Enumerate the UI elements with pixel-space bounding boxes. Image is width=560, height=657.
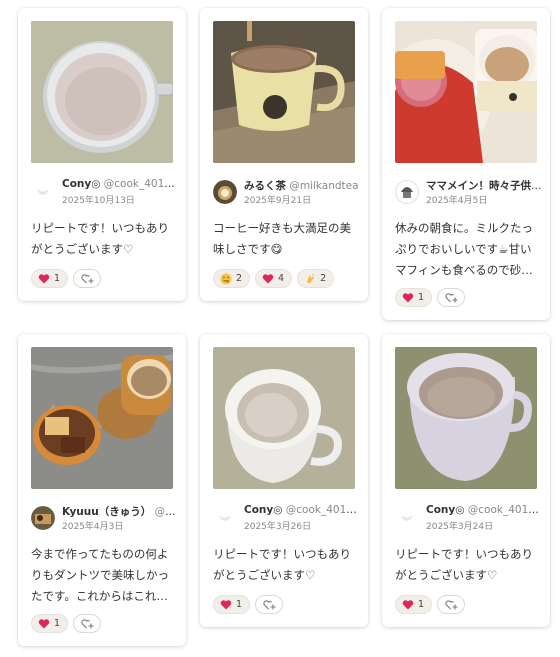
- reaction-yum-face[interactable]: 2: [213, 269, 251, 288]
- add-reaction-icon: [262, 599, 276, 609]
- avatar[interactable]: [395, 180, 419, 204]
- author-handle: @cook_40156637: [467, 504, 544, 516]
- report-photo[interactable]: [213, 21, 355, 163]
- clap-icon: [304, 273, 316, 285]
- author-row[interactable]: Kyuuu（きゅう） @cook_40 2025年4月3日: [31, 503, 180, 537]
- report-date: 2025年4月5日: [426, 196, 488, 206]
- report-photo[interactable]: [395, 347, 537, 489]
- avatar[interactable]: [31, 506, 55, 530]
- avatar[interactable]: [395, 506, 419, 530]
- report-date: 2025年4月3日: [62, 522, 124, 532]
- yum-face-icon: [220, 273, 232, 285]
- report-comment: 今まで作ってたものの何よりもダントツで美味しかったです。これからはこれ…: [31, 547, 169, 603]
- author-handle: @cook_40: [154, 506, 180, 518]
- photo-report-card[interactable]: Kyuuu（きゅう） @cook_40 2025年4月3日 今まで作ってたものの…: [18, 334, 186, 646]
- report-date: 2025年3月24日: [426, 522, 494, 532]
- heart-icon: [262, 273, 274, 285]
- reaction-heart[interactable]: 1: [31, 269, 69, 288]
- report-date: 2025年9月21日: [244, 196, 312, 206]
- report-photo[interactable]: [31, 21, 173, 163]
- report-comment: リピートです！いつもありがとうございます♡: [213, 547, 351, 582]
- author-name[interactable]: Cony◎: [62, 178, 100, 190]
- heart-icon: [220, 599, 232, 611]
- photo-report-card[interactable]: Cony◎ @cook_40156637 2025年3月24日 リピートです！い…: [382, 334, 550, 627]
- add-reaction-button[interactable]: [255, 595, 284, 614]
- add-reaction-button[interactable]: [437, 595, 466, 614]
- reaction-clap[interactable]: 2: [297, 269, 335, 288]
- add-reaction-icon: [80, 273, 94, 283]
- add-reaction-icon: [444, 292, 458, 302]
- author-name-line[interactable]: みるく茶 @milkandtea: [244, 178, 362, 193]
- report-date: 2025年3月26日: [244, 522, 312, 532]
- add-reaction-icon: [80, 618, 94, 628]
- author-name-line[interactable]: ママメイン！時々子供たち: [426, 178, 544, 193]
- photo-report-card[interactable]: Cony◎ @cook_40156637 2025年10月13日 リピートです！…: [18, 8, 186, 301]
- avatar[interactable]: [213, 180, 237, 204]
- reaction-count: 2: [236, 273, 243, 284]
- author-name-line[interactable]: Cony◎ @cook_40156637: [244, 504, 362, 516]
- report-photo[interactable]: [31, 347, 173, 489]
- add-reaction-icon: [444, 599, 458, 609]
- add-reaction-button[interactable]: [73, 269, 102, 288]
- author-name[interactable]: Kyuuu（きゅう）: [62, 506, 151, 518]
- heart-icon: [38, 273, 50, 285]
- reaction-heart[interactable]: 1: [395, 288, 433, 307]
- reaction-bar: 2 4 2: [213, 269, 335, 289]
- author-name[interactable]: Cony◎: [244, 504, 282, 516]
- reaction-count: 1: [418, 292, 425, 303]
- reaction-bar: 1: [31, 614, 102, 634]
- reaction-heart[interactable]: 1: [213, 595, 251, 614]
- heart-icon: [402, 599, 414, 611]
- author-name[interactable]: ママメイン！時々子供たち: [426, 180, 544, 192]
- author-handle: @cook_40156637: [285, 504, 362, 516]
- reaction-bar: 1: [395, 288, 466, 308]
- report-comment: コーヒー好きも大満足の美味しさです😋: [213, 221, 351, 256]
- reaction-bar: 1: [31, 269, 102, 289]
- report-photo[interactable]: [395, 21, 537, 163]
- author-name[interactable]: Cony◎: [426, 504, 464, 516]
- author-handle: @cook_40156637: [103, 178, 180, 190]
- author-row[interactable]: ママメイン！時々子供たち 2025年4月5日: [395, 177, 544, 211]
- heart-icon: [38, 618, 50, 630]
- reaction-bar: 1: [213, 595, 284, 615]
- reaction-count: 1: [236, 599, 243, 610]
- avatar[interactable]: [31, 180, 55, 204]
- author-name-line[interactable]: Kyuuu（きゅう） @cook_40: [62, 504, 180, 519]
- author-name[interactable]: みるく茶: [244, 180, 286, 192]
- author-handle: @milkandtea: [289, 180, 359, 192]
- photo-report-card[interactable]: ママメイン！時々子供たち 2025年4月5日 休みの朝食に。ミルクたっぷりでおい…: [382, 8, 550, 320]
- author-row[interactable]: Cony◎ @cook_40156637 2025年10月13日: [31, 177, 180, 211]
- author-row[interactable]: Cony◎ @cook_40156637 2025年3月24日: [395, 503, 544, 537]
- reaction-count: 2: [320, 273, 327, 284]
- author-name-line[interactable]: Cony◎ @cook_40156637: [426, 504, 544, 516]
- reaction-heart[interactable]: 4: [255, 269, 293, 288]
- reaction-count: 1: [418, 599, 425, 610]
- reaction-bar: 1: [395, 595, 466, 615]
- reaction-heart[interactable]: 1: [395, 595, 433, 614]
- reaction-count: 1: [54, 273, 61, 284]
- photo-report-card[interactable]: みるく茶 @milkandtea 2025年9月21日 コーヒー好きも大満足の美…: [200, 8, 368, 301]
- report-comment: リピートです！いつもありがとうございます♡: [395, 547, 533, 582]
- report-comment: 休みの朝食に。ミルクたっぷりでおいしいです☕甘いマフィンも食べるので砂…: [395, 221, 533, 277]
- photo-report-card[interactable]: Cony◎ @cook_40156637 2025年3月26日 リピートです！い…: [200, 334, 368, 627]
- reaction-heart[interactable]: 1: [31, 614, 69, 633]
- reaction-count: 4: [278, 273, 285, 284]
- report-photo[interactable]: [213, 347, 355, 489]
- author-row[interactable]: Cony◎ @cook_40156637 2025年3月26日: [213, 503, 362, 537]
- avatar[interactable]: [213, 506, 237, 530]
- report-comment: リピートです！いつもありがとうございます♡: [31, 221, 169, 256]
- reaction-count: 1: [54, 618, 61, 629]
- add-reaction-button[interactable]: [73, 614, 102, 633]
- report-date: 2025年10月13日: [62, 196, 135, 206]
- author-row[interactable]: みるく茶 @milkandtea 2025年9月21日: [213, 177, 361, 211]
- add-reaction-button[interactable]: [437, 288, 466, 307]
- heart-icon: [402, 292, 414, 304]
- author-name-line[interactable]: Cony◎ @cook_40156637: [62, 178, 180, 190]
